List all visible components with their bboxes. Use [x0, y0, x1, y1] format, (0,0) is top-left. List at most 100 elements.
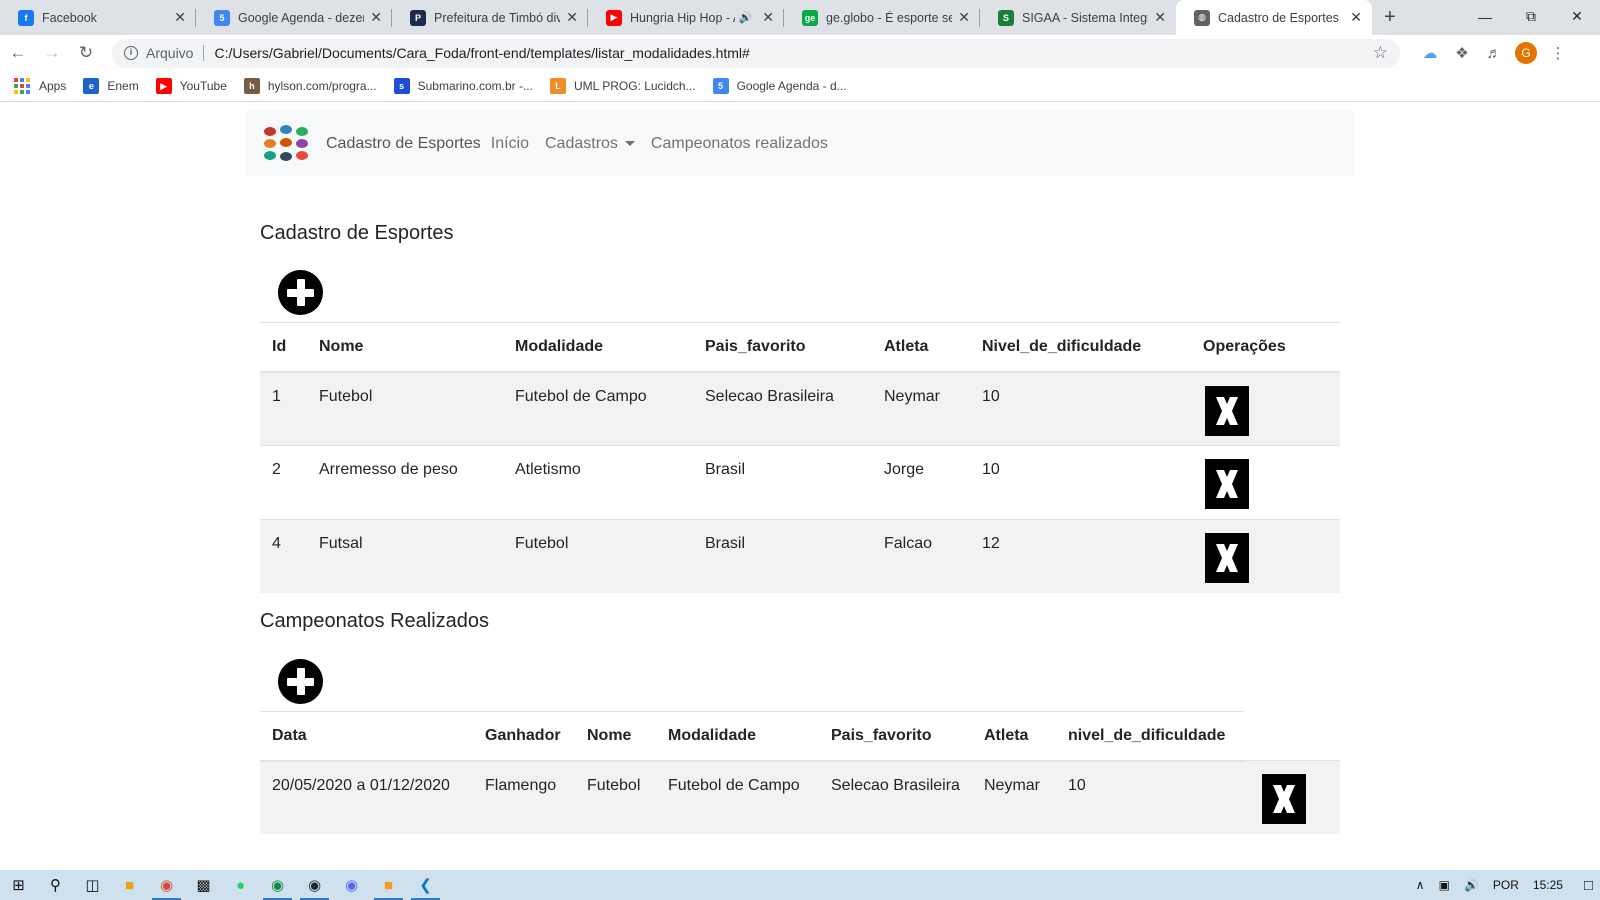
browser-tab[interactable]: 5 Google Agenda - dezem ✕ — [196, 0, 392, 35]
close-tab-icon[interactable]: ✕ — [566, 9, 578, 26]
nav-link-inicio[interactable]: Início — [491, 135, 529, 153]
close-tab-icon[interactable]: ✕ — [1154, 9, 1166, 26]
table-cell: Futebol — [503, 519, 693, 593]
page-content: Cadastro de Esportes Início Cadastros Ca… — [0, 102, 1600, 870]
sigaa-icon: S — [998, 9, 1014, 26]
whatsapp-icon[interactable]: ● — [222, 870, 259, 900]
close-tab-icon[interactable]: ✕ — [762, 9, 774, 26]
column-header: Id — [260, 322, 307, 373]
search-icon[interactable]: ⚲ — [37, 870, 74, 900]
vscode-icon[interactable]: ❮ — [407, 870, 444, 900]
bookmark-item[interactable]: L UML PROG: Lucidch... — [549, 78, 696, 94]
bookmark-item[interactable]: Apps — [14, 78, 66, 94]
add-esporte-button[interactable] — [278, 270, 323, 315]
file-explorer-icon[interactable]: ■ — [111, 870, 148, 900]
browser-tab[interactable]: ge ge.globo - É esporte sem ✕ — [784, 0, 980, 35]
close-tab-icon[interactable]: ✕ — [1350, 9, 1362, 26]
table-header-row: Data Ganhador Nome Modalidade Pais_favorito A… — [260, 711, 1340, 762]
chevron-up-icon[interactable]: ∧ — [1416, 878, 1425, 892]
column-header: Pais_favorito — [819, 711, 972, 762]
bookmark-item[interactable]: h hylson.com/progra... — [243, 78, 377, 94]
reload-icon[interactable]: ↻ — [70, 37, 102, 69]
tab-title: Facebook — [42, 10, 97, 25]
browser-tab[interactable]: ▶ Hungria Hip Hop - A 🔊 ✕ — [588, 0, 784, 35]
task-view-icon[interactable]: ◫ — [74, 870, 111, 900]
forward-arrow-icon[interactable]: → — [36, 37, 68, 69]
sports-balls-logo-icon[interactable] — [262, 124, 310, 164]
table-row: 4 Futsal Futebol Brasil Falcao 12 — [260, 519, 1340, 593]
bookmark-star-icon[interactable]: ☆ — [1373, 43, 1388, 63]
close-tab-icon[interactable]: ✕ — [958, 9, 970, 26]
delete-button[interactable] — [1205, 459, 1249, 509]
volume-icon[interactable]: 🔊 — [1464, 878, 1479, 892]
discord-icon[interactable]: ◉ — [333, 870, 370, 900]
address-url[interactable]: C:/Users/Gabriel/Documents/Cara_Foda/fro… — [214, 45, 749, 61]
navbar-brand[interactable]: Cadastro de Esportes — [326, 135, 481, 153]
column-header: Ganhador — [473, 711, 575, 762]
table-cell: Brasil — [693, 445, 872, 520]
close-window-icon[interactable]: ✕ — [1554, 0, 1600, 33]
address-scheme: Arquivo — [146, 45, 194, 61]
nav-link-campeonatos[interactable]: Campeonatos realizados — [651, 135, 828, 153]
browser-tab[interactable]: P Prefeitura de Timbó divu ✕ — [392, 0, 588, 35]
windows-start-icon[interactable]: ⊞ — [0, 870, 37, 900]
browser-toolbar: ← → ↻ i Arquivo C:/Users/Gabriel/Documen… — [0, 35, 1600, 71]
table-cell: Selecao Brasileira — [693, 371, 872, 446]
language-indicator[interactable]: POR — [1493, 878, 1519, 892]
bookmark-item[interactable]: e Enem — [83, 78, 139, 94]
browser-tab[interactable]: f Facebook ✕ — [0, 0, 196, 35]
table-row: 20/05/2020 a 01/12/2020 Flamengo Futebol Fu… — [260, 760, 1340, 834]
table-cell: Arremesso de peso — [307, 445, 503, 520]
system-tray: ∧ ▣ 🔊 POR 15:25 □ — [1409, 877, 1600, 894]
browser-tab[interactable]: ◍ Cadastro de Esportes ✕ — [1176, 0, 1372, 35]
cloud-extension-icon[interactable]: ☁ — [1414, 37, 1446, 69]
extensions-puzzle-icon[interactable]: ❖ — [1446, 37, 1478, 69]
sublime-icon[interactable]: ■ — [370, 870, 407, 900]
tab-title: Google Agenda - dezem — [238, 10, 365, 25]
back-arrow-icon[interactable]: ← — [2, 37, 34, 69]
column-header: Nome — [575, 711, 656, 762]
table-header-row: Id Nome Modalidade Pais_favorito Atleta Nivel… — [260, 322, 1340, 373]
profile-button[interactable]: G — [1510, 37, 1542, 69]
info-icon[interactable]: i — [124, 46, 138, 60]
delete-button[interactable] — [1205, 385, 1249, 436]
table-cell: Brasil — [693, 519, 872, 593]
delete-button[interactable] — [1205, 533, 1249, 583]
address-bar[interactable]: i Arquivo C:/Users/Gabriel/Documents/Car… — [112, 38, 1400, 68]
add-campeonato-button[interactable] — [278, 659, 323, 704]
delete-button[interactable] — [1262, 774, 1306, 824]
restore-icon[interactable]: ⧉ — [1508, 0, 1554, 33]
network-icon[interactable]: ▣ — [1439, 878, 1450, 892]
notifications-icon[interactable]: □ — [1584, 877, 1593, 894]
terminal-icon[interactable]: ▩ — [185, 870, 222, 900]
tab-title: Cadastro de Esportes — [1218, 10, 1339, 25]
close-tab-icon[interactable]: ✕ — [174, 9, 186, 26]
column-header: Nivel_de_dificuldade — [970, 322, 1191, 373]
column-header: Operações — [1191, 322, 1340, 373]
column-header: Modalidade — [503, 322, 693, 373]
steam-icon[interactable]: ◉ — [296, 870, 333, 900]
table-cell: Futsal — [307, 519, 503, 593]
bookmark-item[interactable]: s Submarino.com.br -... — [393, 78, 533, 94]
youtube-icon: ▶ — [155, 78, 172, 94]
column-header: Atleta — [872, 322, 970, 373]
chrome-icon[interactable]: ◉ — [148, 870, 185, 900]
clock[interactable]: 15:25 — [1533, 878, 1563, 892]
bookmark-label: Submarino.com.br -... — [417, 79, 533, 93]
table-cell: Jorge — [872, 445, 970, 520]
address-divider — [203, 45, 205, 61]
bookmark-item[interactable]: ▶ YouTube — [155, 78, 227, 94]
whatsapp-business-icon[interactable]: ◉ — [259, 870, 296, 900]
minimize-icon[interactable]: — — [1462, 0, 1508, 33]
table-row: 1 Futebol Futebol de Campo Selecao Brasilei… — [260, 371, 1340, 446]
close-tab-icon[interactable]: ✕ — [370, 9, 382, 26]
browser-tab[interactable]: S SIGAA - Sistema Integrac ✕ — [980, 0, 1176, 35]
media-control-icon[interactable]: ♬ — [1478, 37, 1510, 69]
new-tab-button[interactable]: + — [1372, 0, 1408, 35]
bookmark-item[interactable]: 5 Google Agenda - d... — [712, 78, 847, 94]
table-cell: Futebol — [307, 371, 503, 446]
nav-dropdown-cadastros[interactable]: Cadastros — [545, 135, 635, 153]
column-header: Data — [260, 711, 473, 762]
audio-playing-icon[interactable]: 🔊 — [739, 11, 753, 24]
menu-kebab-icon[interactable]: ⋮ — [1542, 37, 1574, 69]
